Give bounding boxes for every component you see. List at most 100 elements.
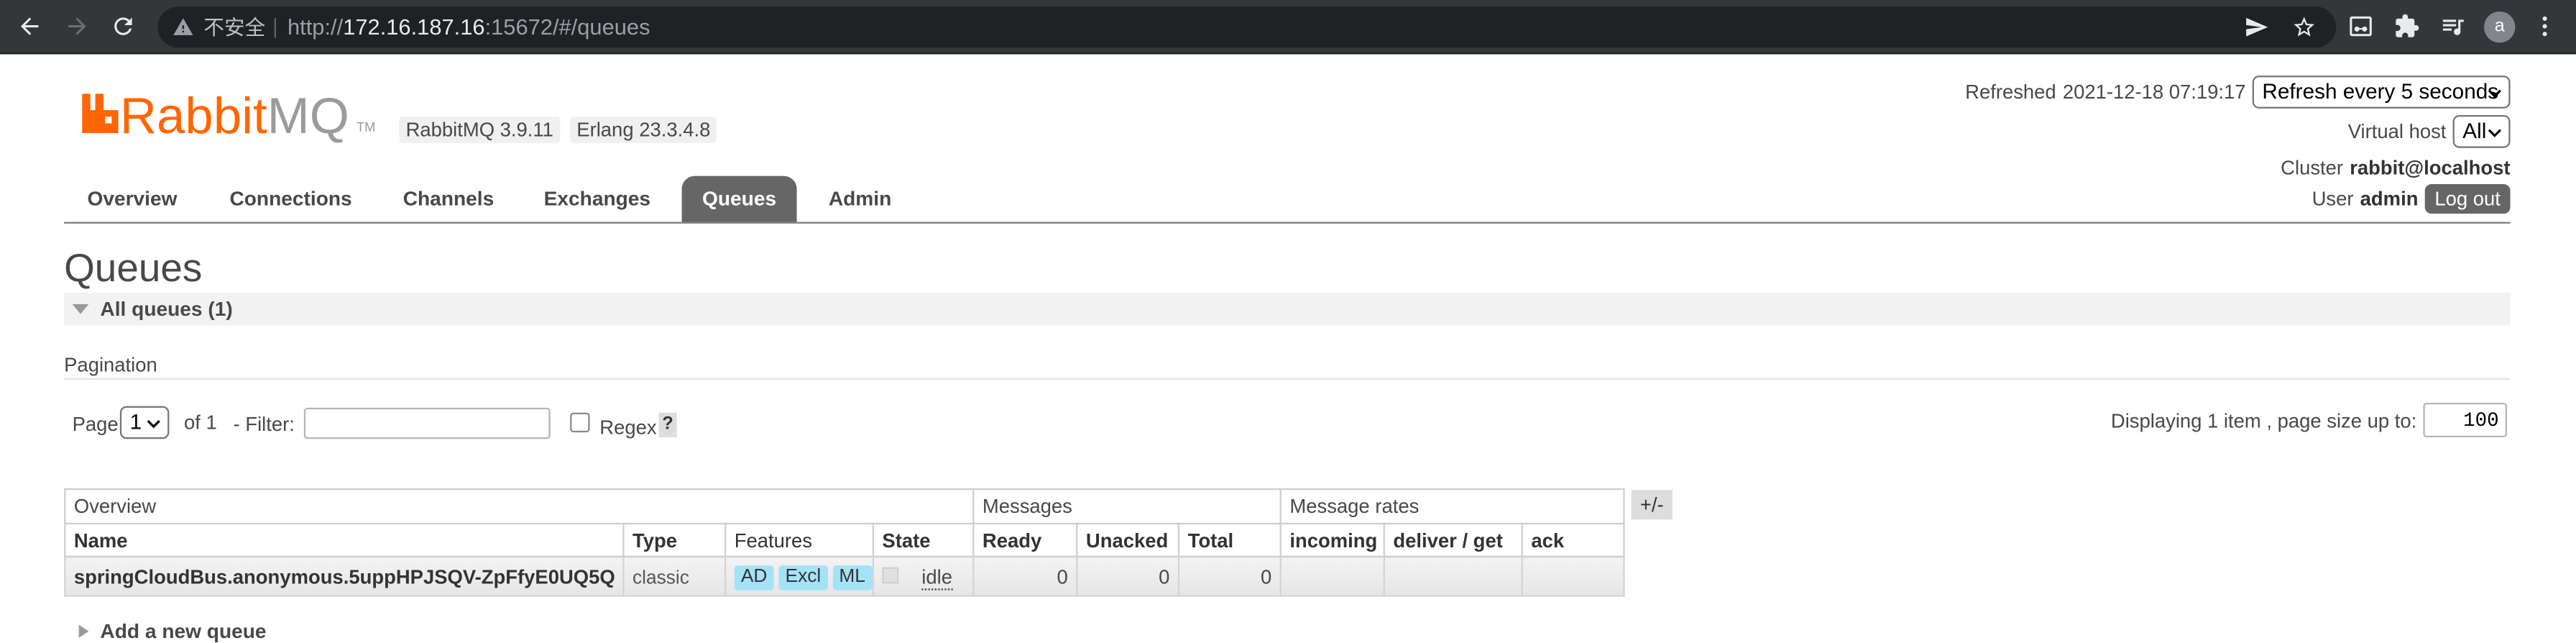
warning-triangle-icon[interactable] bbox=[172, 17, 194, 38]
cell-ready: 0 bbox=[972, 555, 1078, 597]
security-label[interactable]: 不安全 bbox=[203, 6, 265, 47]
logo-trademark: TM bbox=[356, 119, 376, 135]
refresh-interval-select[interactable]: Refresh every 5 seconds bbox=[2252, 76, 2511, 109]
reload-icon[interactable] bbox=[110, 13, 137, 40]
tab-overview[interactable]: Overview bbox=[65, 176, 198, 222]
cluster-row: Cluster rabbit@localhost bbox=[1478, 156, 2510, 179]
erlang-version-badge: Erlang 23.3.4.8 bbox=[570, 117, 717, 143]
profile-avatar[interactable]: a bbox=[2483, 11, 2516, 43]
regex-label: Regex bbox=[599, 416, 657, 439]
queues-table: Overview Messages Message rates Name Typ… bbox=[64, 488, 1625, 597]
rabbit-logo-icon[interactable] bbox=[80, 94, 120, 134]
page-label: Page bbox=[72, 412, 119, 436]
cell-unacked: 0 bbox=[1076, 555, 1180, 597]
page-select-value: 1 bbox=[129, 409, 142, 434]
browser-toolbar: 不安全 http://172.16.187.16:15672/#/queues … bbox=[0, 0, 2576, 55]
filter-input[interactable] bbox=[303, 407, 551, 439]
address-bar[interactable]: 不安全 http://172.16.187.16:15672/#/queues bbox=[157, 6, 2337, 48]
column-header-total[interactable]: Total bbox=[1177, 522, 1282, 557]
queue-music-icon[interactable] bbox=[2439, 13, 2466, 40]
logo-text-mq: MQ bbox=[267, 87, 349, 145]
address-divider bbox=[274, 18, 276, 38]
regex-help-button[interactable]: ? bbox=[658, 412, 677, 437]
tab-channels[interactable]: Channels bbox=[383, 176, 515, 222]
pagination-label: Pagination bbox=[64, 353, 157, 377]
glasses-box-icon[interactable] bbox=[2347, 13, 2374, 40]
column-header-unacked[interactable]: Unacked bbox=[1076, 522, 1180, 557]
tab-connections[interactable]: Connections bbox=[211, 176, 372, 222]
cell-ack bbox=[1521, 555, 1625, 597]
send-icon[interactable] bbox=[2244, 15, 2268, 40]
arrow-left-icon[interactable] bbox=[17, 13, 43, 40]
cell-deliver-get bbox=[1383, 555, 1523, 597]
triangle-down-icon bbox=[72, 304, 89, 314]
cell-type: classic bbox=[622, 555, 727, 597]
tab-admin[interactable]: Admin bbox=[809, 176, 912, 222]
refreshed-label: Refreshed bbox=[1965, 80, 2056, 104]
user-label: User bbox=[2312, 187, 2354, 211]
url-host: 172.16.187.16 bbox=[343, 14, 485, 40]
cell-name: springCloudBus.anonymous.5uppHPJSQV-ZpFf… bbox=[64, 555, 625, 597]
logout-button[interactable]: Log out bbox=[2424, 183, 2511, 214]
cell-state: idle bbox=[872, 555, 975, 597]
column-header-deliver-get[interactable]: deliver / get bbox=[1383, 522, 1523, 557]
filter-label: - Filter: bbox=[233, 412, 295, 436]
tab-queues[interactable]: Queues bbox=[681, 175, 797, 222]
triangle-right-icon bbox=[78, 624, 89, 638]
table-row[interactable]: springCloudBus.anonymous.5uppHPJSQV-ZpFf… bbox=[64, 555, 1625, 597]
page-title: Queues bbox=[64, 246, 203, 291]
table-group-header-row: Overview Messages Message rates bbox=[64, 488, 1625, 525]
group-header-overview: Overview bbox=[64, 488, 975, 525]
user-row: User admin Log out bbox=[1478, 183, 2511, 214]
columns-toggle-button[interactable]: +/- bbox=[1631, 490, 1673, 520]
column-header-ack[interactable]: ack bbox=[1521, 522, 1625, 557]
cluster-value: rabbit@localhost bbox=[2350, 156, 2511, 180]
cluster-label: Cluster bbox=[2281, 156, 2344, 180]
vhost-value: All bbox=[2462, 118, 2487, 143]
section-title: All queues (1) bbox=[100, 297, 233, 321]
column-header-ready[interactable]: Ready bbox=[972, 522, 1078, 557]
star-icon[interactable] bbox=[2292, 15, 2317, 40]
puzzle-piece-icon[interactable] bbox=[2393, 13, 2420, 40]
state-indicator bbox=[882, 567, 899, 584]
refresh-interval-value: Refresh every 5 seconds bbox=[2262, 78, 2499, 104]
column-header-features: Features bbox=[724, 522, 874, 557]
cell-total: 0 bbox=[1177, 555, 1282, 597]
group-header-message-rates: Message rates bbox=[1279, 488, 1625, 525]
chevron-down-icon bbox=[2488, 89, 2501, 98]
arrow-right-icon[interactable] bbox=[64, 13, 91, 40]
queue-state: idle bbox=[921, 565, 952, 590]
vhost-row: Virtual host All bbox=[1478, 114, 2511, 148]
queue-type: classic bbox=[632, 567, 689, 588]
queue-name-link[interactable]: springCloudBus.anonymous.5uppHPJSQV-ZpFf… bbox=[74, 565, 615, 588]
column-header-state[interactable]: State bbox=[872, 522, 975, 557]
pagination-divider bbox=[64, 378, 2511, 380]
kebab-menu-icon[interactable] bbox=[2531, 13, 2558, 40]
table-header-row: Name Type Features State Ready Unacked T… bbox=[64, 522, 1625, 557]
url-path: :15672/#/queues bbox=[484, 14, 650, 40]
url-scheme: http:// bbox=[287, 14, 344, 40]
displaying-label: Displaying 1 item , page size up to: bbox=[2110, 409, 2417, 433]
cell-incoming bbox=[1279, 555, 1385, 597]
column-header-type[interactable]: Type bbox=[622, 522, 727, 557]
url-text[interactable]: http://172.16.187.16:15672/#/queues bbox=[288, 6, 650, 47]
all-queues-section-header[interactable]: All queues (1) bbox=[64, 292, 2511, 326]
add-queue-section-header[interactable]: Add a new queue bbox=[100, 620, 266, 643]
column-header-name[interactable]: Name bbox=[64, 522, 625, 557]
tab-exchanges[interactable]: Exchanges bbox=[524, 176, 670, 222]
vhost-label: Virtual host bbox=[2347, 119, 2447, 143]
column-header-incoming[interactable]: incoming bbox=[1279, 522, 1385, 557]
feature-badge-ad: AD bbox=[734, 565, 774, 590]
vhost-select[interactable]: All bbox=[2452, 114, 2511, 148]
refreshed-time: 2021-12-18 07:19:17 bbox=[2062, 80, 2246, 104]
cell-features: AD Excl ML bbox=[724, 555, 874, 597]
regex-checkbox[interactable] bbox=[570, 412, 590, 433]
page-select[interactable]: 1 bbox=[119, 406, 170, 439]
rabbitmq-logo[interactable]: RabbitMQ bbox=[120, 91, 349, 142]
feature-badge-excl: Excl bbox=[778, 565, 828, 590]
logo-text-rabbit: Rabbit bbox=[119, 87, 267, 145]
page-size-input[interactable] bbox=[2423, 402, 2507, 437]
feature-badge-ml: ML bbox=[832, 565, 873, 590]
chevron-down-icon bbox=[2488, 129, 2501, 137]
chevron-down-icon bbox=[147, 420, 160, 429]
